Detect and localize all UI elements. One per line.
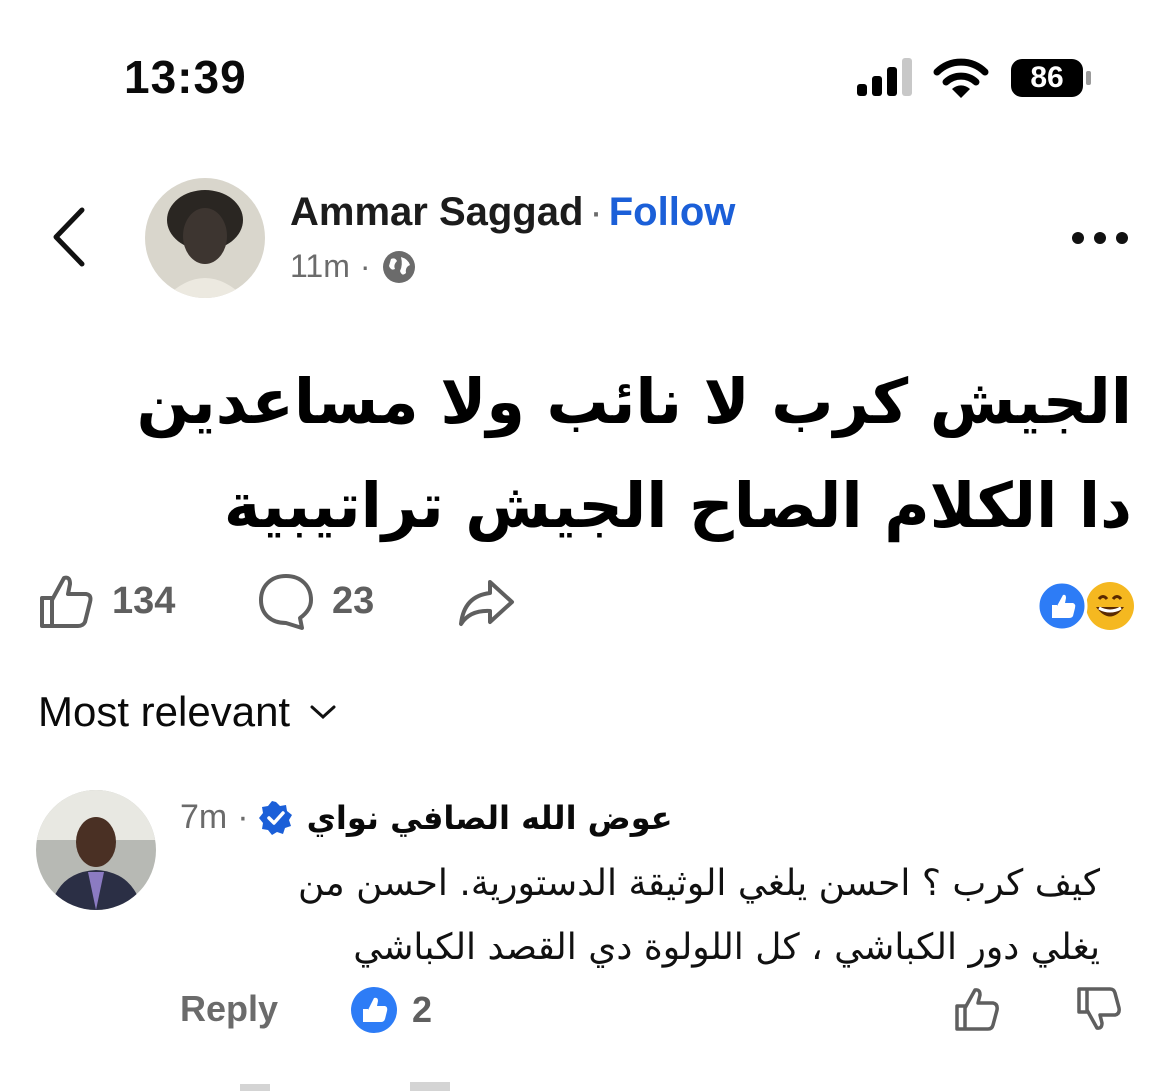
commenter-avatar[interactable] [36, 790, 156, 910]
chevron-down-icon [310, 705, 336, 720]
comment-reaction-count: 2 [412, 989, 433, 1030]
status-time: 13:39 [124, 51, 247, 103]
follow-button[interactable]: Follow [609, 190, 736, 234]
like-reaction-icon [351, 987, 397, 1033]
comment-button[interactable]: 23 [256, 570, 374, 632]
like-button[interactable]: 134 [36, 570, 175, 632]
battery-level: 86 [1030, 61, 1064, 94]
verified-icon [258, 800, 292, 835]
comment-text: كيف كرب ؟ احسن يلغي الوثيقة الدستورية. ا… [180, 852, 1100, 980]
meta-separator: · [359, 248, 371, 284]
back-icon[interactable] [48, 206, 92, 268]
reply-button[interactable]: Reply [180, 988, 278, 1030]
comment-time: 7m [180, 798, 228, 836]
comment-sort-dropdown[interactable]: Most relevant [38, 688, 338, 736]
comment-text-line: كيف كرب ؟ احسن يلغي الوثيقة الدستورية. ا… [298, 863, 1100, 904]
post-text: الجيش كرب لا نائب ولا مساعدين دا الكلام … [40, 350, 1132, 558]
post-text-line: الجيش كرب لا نائب ولا مساعدين [136, 365, 1132, 438]
comment-reactions[interactable]: 2 [350, 986, 432, 1034]
commenter-name[interactable]: عوض الله الصافي نواي [307, 799, 673, 837]
share-icon [459, 580, 514, 626]
comment-text-line: يغلي دور الكباشي ، كل اللولوة دي القصد ا… [353, 927, 1100, 968]
comment-count: 23 [332, 579, 375, 622]
author-avatar[interactable] [145, 178, 265, 298]
globe-icon [382, 250, 415, 283]
author-name[interactable]: Ammar Saggad [290, 190, 583, 234]
more-icon[interactable] [1070, 230, 1130, 246]
like-count: 134 [112, 579, 176, 622]
battery-indicator: 86 [1010, 58, 1092, 98]
share-button[interactable] [456, 570, 516, 632]
like-icon [40, 575, 93, 628]
wifi-icon [933, 58, 989, 98]
sort-label: Most relevant [38, 688, 291, 735]
comment-header: 7m · عوض الله الصافي نواي [180, 798, 700, 837]
post-meta: 11m · [290, 248, 417, 285]
comment-separator: · [237, 798, 249, 836]
author-line: Ammar Saggad · Follow [290, 190, 735, 235]
post-time: 11m [290, 248, 350, 284]
comment-icon [259, 574, 313, 630]
dislike-icon[interactable] [1074, 984, 1124, 1034]
reaction-summary[interactable] [1036, 580, 1136, 632]
next-comment-peek [240, 1082, 450, 1091]
post-text-line: دا الكلام الصاح الجيش تراتيبية [223, 469, 1132, 542]
signal-icon [857, 58, 912, 96]
separator-dot: · [589, 190, 603, 234]
like-icon[interactable] [952, 984, 1002, 1034]
